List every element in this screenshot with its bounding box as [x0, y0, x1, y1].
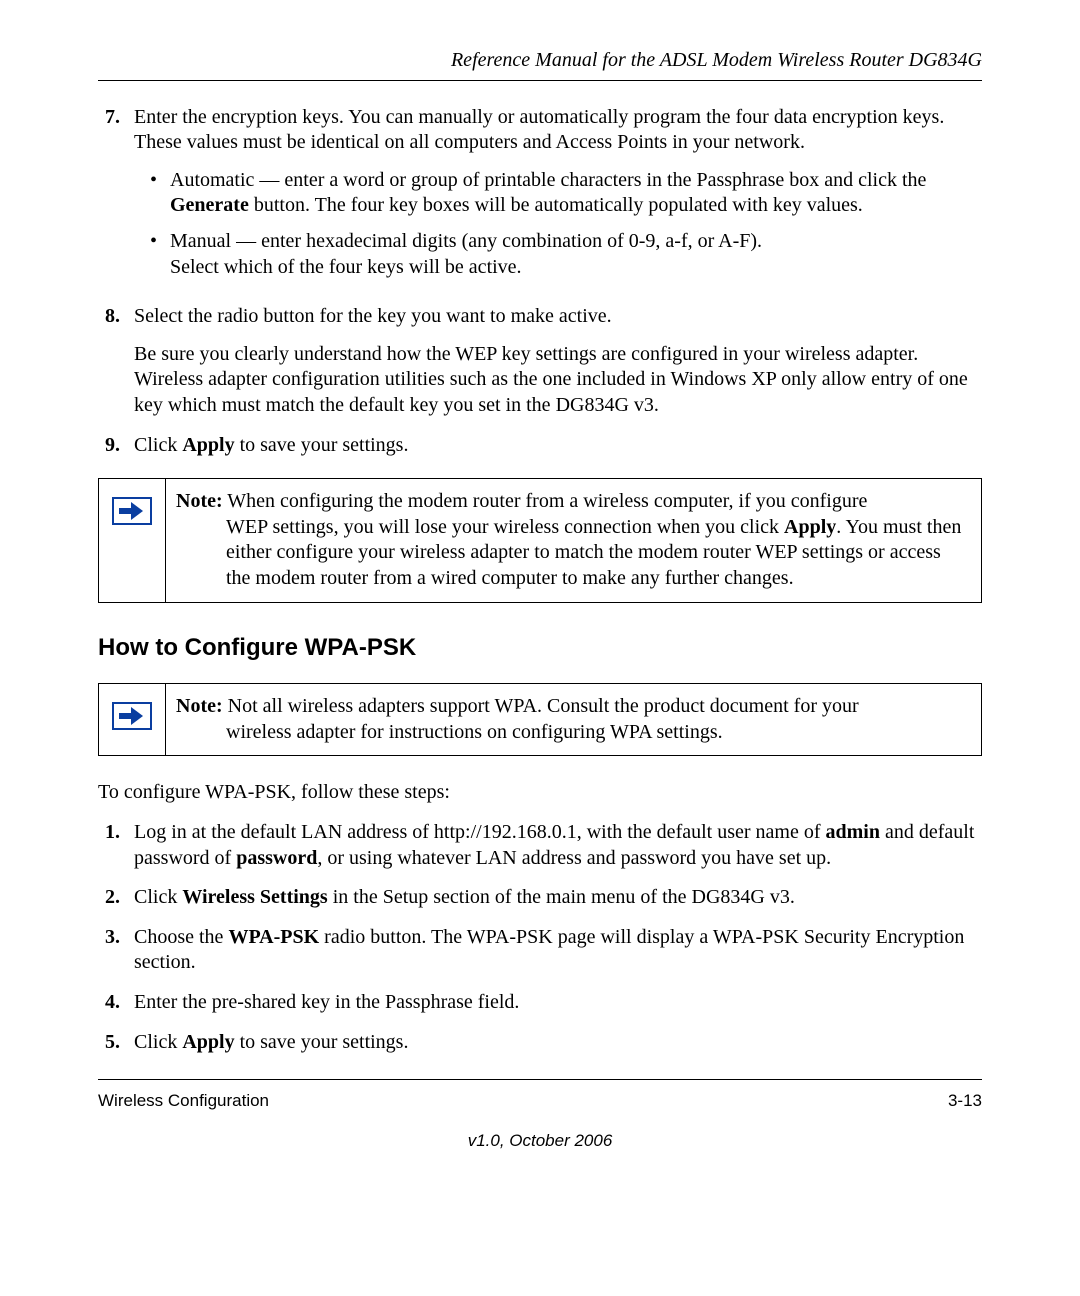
step-body: Enter the pre-shared key in the Passphra… — [134, 990, 982, 1016]
step-number: 5. — [98, 1030, 120, 1056]
step-8: 8. Select the radio button for the key y… — [98, 304, 982, 418]
header-rule — [98, 80, 982, 81]
note-text: Note: When configuring the modem router … — [166, 479, 982, 602]
step-number: 2. — [98, 885, 120, 911]
step-text: Enter the encryption keys. You can manua… — [134, 105, 982, 156]
step-body: Log in at the default LAN address of htt… — [134, 820, 982, 871]
wpa-step-5: 5. Click Apply to save your settings. — [98, 1030, 982, 1056]
step-text: Click Apply to save your settings. — [134, 1030, 982, 1056]
step-body: Choose the WPA-PSK radio button. The WPA… — [134, 925, 982, 976]
wpa-step-2: 2. Click Wireless Settings in the Setup … — [98, 885, 982, 911]
footer-page-number: 3-13 — [948, 1090, 982, 1112]
page-footer: Wireless Configuration 3-13 — [98, 1090, 982, 1112]
step-text: Be sure you clearly understand how the W… — [134, 342, 982, 419]
section-heading-wpapsk: How to Configure WPA-PSK — [98, 633, 982, 664]
note-box-wep: Note: When configuring the modem router … — [98, 478, 982, 602]
step-number: 9. — [98, 433, 120, 459]
bullet-automatic: Automatic — enter a word or group of pri… — [170, 168, 982, 219]
footer-section-name: Wireless Configuration — [98, 1090, 269, 1112]
step-text: Click Wireless Settings in the Setup sec… — [134, 885, 982, 911]
step-body: Enter the encryption keys. You can manua… — [134, 105, 982, 291]
ordered-steps-wep: 7. Enter the encryption keys. You can ma… — [98, 105, 982, 459]
arrow-right-icon — [112, 497, 152, 525]
step-text: Click Apply to save your settings. — [134, 433, 982, 459]
footer-version: v1.0, October 2006 — [98, 1130, 982, 1152]
note-icon-cell — [99, 684, 166, 756]
step-text: Choose the WPA-PSK radio button. The WPA… — [134, 925, 982, 976]
step-body: Select the radio button for the key you … — [134, 304, 982, 418]
step-7: 7. Enter the encryption keys. You can ma… — [98, 105, 982, 291]
ordered-steps-wpa: 1. Log in at the default LAN address of … — [98, 820, 982, 1055]
step-body: Click Apply to save your settings. — [134, 1030, 982, 1056]
step-text: Enter the pre-shared key in the Passphra… — [134, 990, 982, 1016]
step-number: 1. — [98, 820, 120, 871]
step-number: 8. — [98, 304, 120, 418]
note-icon-cell — [99, 479, 166, 602]
note-text: Note: Not all wireless adapters support … — [166, 684, 982, 756]
arrow-right-icon — [112, 702, 152, 730]
step-number: 7. — [98, 105, 120, 291]
step-body: Click Apply to save your settings. — [134, 433, 982, 459]
wpa-step-4: 4. Enter the pre-shared key in the Passp… — [98, 990, 982, 1016]
sub-bullets: Automatic — enter a word or group of pri… — [134, 168, 982, 280]
step-text: Select the radio button for the key you … — [134, 304, 982, 330]
step-number: 3. — [98, 925, 120, 976]
footer-rule — [98, 1079, 982, 1080]
wpa-step-3: 3. Choose the WPA-PSK radio button. The … — [98, 925, 982, 976]
step-body: Click Wireless Settings in the Setup sec… — [134, 885, 982, 911]
step-text: Log in at the default LAN address of htt… — [134, 820, 982, 871]
running-head: Reference Manual for the ADSL Modem Wire… — [98, 48, 982, 74]
wpa-intro-text: To configure WPA-PSK, follow these steps… — [98, 780, 982, 806]
document-page: Reference Manual for the ADSL Modem Wire… — [0, 0, 1080, 1192]
wpa-step-1: 1. Log in at the default LAN address of … — [98, 820, 982, 871]
note-box-wpa: Note: Not all wireless adapters support … — [98, 683, 982, 756]
step-9: 9. Click Apply to save your settings. — [98, 433, 982, 459]
bullet-manual: Manual — enter hexadecimal digits (any c… — [170, 229, 982, 280]
step-number: 4. — [98, 990, 120, 1016]
